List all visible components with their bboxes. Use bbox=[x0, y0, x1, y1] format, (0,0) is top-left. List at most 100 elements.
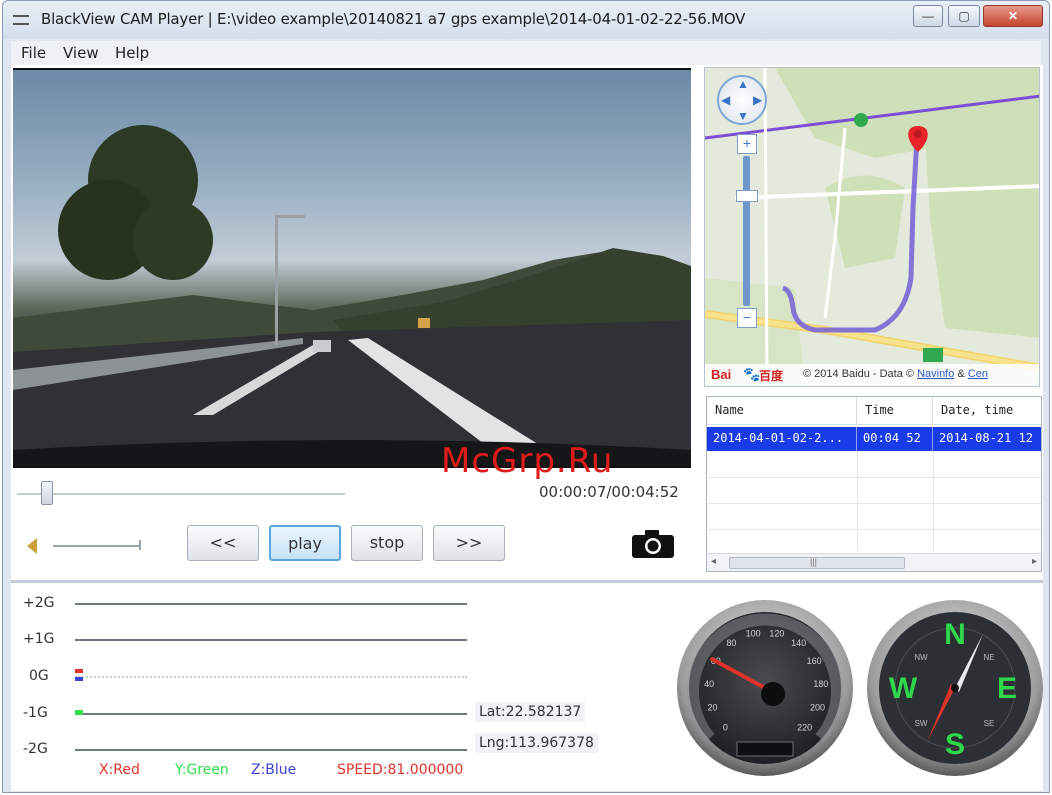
speedometer-tick-label: 20 bbox=[707, 703, 717, 713]
play-button[interactable]: play bbox=[269, 525, 341, 561]
file-time-cell: 00:04 52 bbox=[857, 427, 933, 451]
speedometer-tick-label: 160 bbox=[807, 656, 822, 666]
legend-z-blue: Z:Blue bbox=[251, 762, 297, 778]
compass-east-label: E bbox=[997, 672, 1017, 705]
map-attribution: Bai 🐾 百度 © 2014 Baidu - Data © Navinfo &… bbox=[705, 364, 1039, 386]
map-pan-control[interactable]: ▲ ▼ ◀ ▶ bbox=[717, 75, 767, 125]
pan-up-icon[interactable]: ▲ bbox=[737, 77, 749, 91]
gps-map[interactable]: ▲ ▼ ◀ ▶ + − Bai 🐾 百度 © 2014 Baidu - Data… bbox=[704, 67, 1040, 387]
g-label-plus1: +1G bbox=[23, 631, 55, 647]
g-line-minus1 bbox=[75, 713, 467, 715]
stop-button[interactable]: stop bbox=[351, 525, 423, 561]
compass-ne-label: NE bbox=[983, 653, 994, 662]
close-button[interactable]: ✕ bbox=[983, 5, 1043, 27]
x-axis-trace bbox=[75, 669, 83, 673]
speedometer-tick-label: 200 bbox=[810, 703, 825, 713]
speedometer-tick-label: 180 bbox=[813, 679, 828, 689]
pan-down-icon[interactable]: ▼ bbox=[737, 109, 749, 123]
snapshot-camera-icon[interactable] bbox=[631, 529, 675, 559]
column-name-header[interactable]: Name bbox=[707, 397, 857, 424]
video-viewport[interactable] bbox=[13, 68, 691, 468]
compass-south-label: S bbox=[945, 728, 965, 761]
maximize-button[interactable]: ▢ bbox=[948, 5, 980, 27]
watermark-text: McGrp.Ru bbox=[441, 441, 614, 481]
menu-help[interactable]: Help bbox=[115, 44, 149, 62]
speedometer-tick-label: 220 bbox=[797, 723, 812, 733]
menu-bar: File View Help bbox=[11, 41, 1041, 65]
compass-sw-label: SW bbox=[915, 719, 928, 728]
speedometer-tick-label: 120 bbox=[769, 628, 784, 638]
menu-file[interactable]: File bbox=[21, 44, 46, 62]
scroll-right-icon[interactable]: ▸ bbox=[1032, 556, 1037, 567]
speedometer-tick-label: 80 bbox=[726, 638, 736, 648]
g-label-zero: 0G bbox=[29, 668, 49, 684]
gps-longitude: Lng:113.967378 bbox=[475, 733, 598, 753]
seek-thumb[interactable] bbox=[41, 481, 54, 505]
forward-button[interactable]: >> bbox=[433, 525, 505, 561]
speedometer-tick-label: 140 bbox=[791, 638, 806, 648]
y-axis-trace bbox=[75, 710, 83, 715]
z-axis-trace bbox=[75, 677, 83, 681]
file-datetime-cell: 2014-08-21 12 bbox=[939, 431, 1033, 445]
window-title: BlackView CAM Player | E:\video example\… bbox=[41, 10, 746, 28]
grid-line bbox=[707, 529, 1041, 530]
speedometer-tick-label: 40 bbox=[704, 679, 714, 689]
title-bar[interactable]: BlackView CAM Player | E:\video example\… bbox=[3, 1, 1049, 39]
map-copyright: © 2014 Baidu - Data © Navinfo & Cen bbox=[803, 368, 988, 380]
volume-slider-thumb[interactable] bbox=[139, 540, 141, 550]
map-copyright-amp: & bbox=[957, 368, 965, 380]
rewind-button[interactable]: << bbox=[187, 525, 259, 561]
zoom-slider-thumb[interactable] bbox=[736, 190, 758, 202]
file-list: Name Time Date, time 2014-04-01-02-2... … bbox=[706, 396, 1042, 572]
playback-time: 00:00:07/00:04:52 bbox=[539, 483, 679, 501]
g-line-plus1 bbox=[75, 639, 467, 641]
legend-x-red: X:Red bbox=[99, 762, 140, 778]
app-menu-icon[interactable] bbox=[13, 15, 29, 25]
menu-view[interactable]: View bbox=[63, 44, 99, 62]
app-window: BlackView CAM Player | E:\video example\… bbox=[2, 0, 1050, 793]
legend-speed: SPEED:81.000000 bbox=[337, 762, 464, 778]
baidu-logo-cn: 百度 bbox=[759, 369, 784, 383]
g-label-plus2: +2G bbox=[23, 595, 55, 611]
minimize-button[interactable]: — bbox=[913, 5, 943, 27]
file-row-selected[interactable]: 2014-04-01-02-2... 00:04 52 2014-08-21 1… bbox=[707, 427, 1041, 451]
zoom-out-button[interactable]: − bbox=[737, 308, 757, 328]
seek-bar[interactable] bbox=[17, 493, 345, 495]
zoom-slider-track[interactable] bbox=[743, 156, 750, 306]
grid-line bbox=[707, 503, 1041, 504]
panel-divider bbox=[11, 580, 1043, 583]
grid-line bbox=[707, 477, 1041, 478]
hscroll-thumb[interactable]: ||| bbox=[729, 557, 905, 569]
baidu-paw-icon: 🐾 bbox=[743, 366, 761, 382]
file-list-header: Name Time Date, time bbox=[707, 397, 1041, 425]
pan-right-icon[interactable]: ▶ bbox=[753, 93, 762, 107]
scroll-left-icon[interactable]: ◂ bbox=[711, 556, 716, 567]
compass-se-label: SE bbox=[984, 719, 995, 728]
video-scene bbox=[13, 125, 691, 466]
column-datetime-header[interactable]: Date, time bbox=[933, 397, 1041, 424]
compass-north-label: N bbox=[944, 618, 966, 651]
speedometer-tick-label: 100 bbox=[746, 628, 761, 638]
pan-left-icon[interactable]: ◀ bbox=[721, 93, 730, 107]
compass-west-label: W bbox=[889, 672, 918, 705]
column-time-header[interactable]: Time bbox=[857, 397, 933, 424]
g-label-minus1: -1G bbox=[23, 705, 48, 721]
gps-latitude: Lat:22.582137 bbox=[475, 702, 586, 722]
g-line-plus2 bbox=[75, 603, 467, 605]
g-line-minus2 bbox=[75, 749, 467, 751]
volume-slider[interactable] bbox=[53, 545, 141, 547]
compass-gauge: N S E W NW NE SW SE bbox=[867, 600, 1043, 776]
baidu-logo: Bai bbox=[711, 367, 732, 382]
volume-speaker-icon[interactable] bbox=[27, 538, 37, 554]
cen-link[interactable]: Cen bbox=[968, 368, 988, 380]
map-zoom-control: + − bbox=[736, 134, 758, 330]
video-frame bbox=[13, 70, 691, 466]
navinfo-link[interactable]: Navinfo bbox=[917, 368, 954, 380]
file-list-hscrollbar[interactable]: ◂ ||| ▸ bbox=[707, 553, 1041, 571]
legend-y-green: Y:Green bbox=[175, 762, 229, 778]
client-area: ▲ ▼ ◀ ▶ + − Bai 🐾 百度 © 2014 Baidu - Data… bbox=[11, 65, 1043, 791]
zoom-in-button[interactable]: + bbox=[737, 134, 757, 154]
speedometer-tick-label: 0 bbox=[723, 723, 728, 733]
map-copyright-text: © 2014 Baidu - Data © bbox=[803, 368, 914, 380]
speedometer-gauge: 020406080100120140160180200220 bbox=[677, 600, 853, 776]
